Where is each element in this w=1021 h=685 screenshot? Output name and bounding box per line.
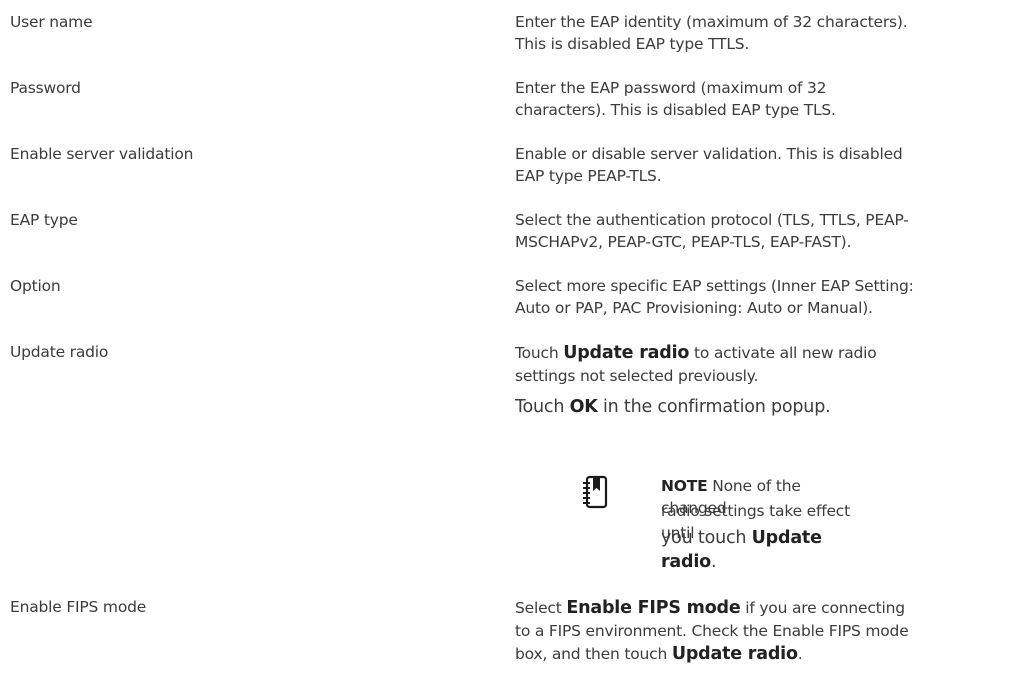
confirm-instruction: Touch OK in the confirmation popup. — [515, 395, 1015, 419]
desc-text: if you are connecting — [740, 599, 905, 617]
desc-line: box, and then touch Update radio. — [515, 642, 1015, 666]
row-label-option: Option — [10, 277, 61, 295]
row-label-server-validation: Enable server validation — [10, 145, 194, 163]
ui-term-enable-fips: Enable FIPS mode — [566, 598, 741, 618]
note-book-icon — [583, 475, 608, 509]
desc-line: Enter the EAP password (maximum of 32 — [515, 79, 827, 97]
desc-text: Touch — [515, 344, 564, 362]
desc-line: MSCHAPv2, PEAP-GTC, PEAP-TLS, EAP-FAST). — [515, 233, 852, 251]
desc-line: Enable or disable server validation. Thi… — [515, 145, 903, 163]
desc-line: characters). This is disabled EAP type T… — [515, 101, 836, 119]
desc-line: EAP type PEAP-TLS. — [515, 167, 662, 185]
note-line-3: you touch Update radio. — [661, 526, 861, 574]
row-desc-password: Enter the EAP password (maximum of 32 ch… — [515, 77, 1015, 121]
desc-line: Select more specific EAP settings (Inner… — [515, 277, 914, 295]
row-desc-option: Select more specific EAP settings (Inner… — [515, 275, 1015, 319]
note-text: you touch — [661, 528, 752, 548]
desc-text: . — [797, 645, 803, 663]
note-title: NOTE — [661, 477, 708, 495]
row-label-password: Password — [10, 79, 81, 97]
desc-text: Select — [515, 599, 567, 617]
row-label-update-radio: Update radio — [10, 343, 109, 361]
row-label-eap-type: EAP type — [10, 211, 78, 229]
desc-text: box, and then touch — [515, 645, 672, 663]
row-label-fips-mode: Enable FIPS mode — [10, 598, 147, 616]
desc-line: This is disabled EAP type TTLS. — [515, 35, 750, 53]
desc-text: to activate all new radio — [689, 344, 877, 362]
row-desc-fips-mode: Select Enable FIPS mode if you are conne… — [515, 596, 1015, 666]
desc-line: Touch Update radio to activate all new r… — [515, 341, 1015, 365]
desc-line: Select Enable FIPS mode if you are conne… — [515, 596, 1015, 620]
row-desc-eap-type: Select the authentication protocol (TLS,… — [515, 209, 1015, 253]
desc-text: in the confirmation popup. — [597, 397, 831, 417]
row-desc-user-name: Enter the EAP identity (maximum of 32 ch… — [515, 11, 1015, 55]
desc-line: settings not selected previously. — [515, 367, 759, 385]
row-desc-update-radio: Touch Update radio to activate all new r… — [515, 341, 1015, 387]
ui-term-ok: OK — [569, 397, 598, 417]
ui-term-update-radio: Update radio — [563, 343, 690, 363]
note-text: . — [711, 552, 717, 572]
desc-line: Select the authentication protocol (TLS,… — [515, 211, 909, 229]
desc-line: Enter the EAP identity (maximum of 32 ch… — [515, 13, 908, 31]
row-label-user-name: User name — [10, 13, 93, 31]
desc-text: Touch — [515, 397, 570, 417]
row-desc-server-validation: Enable or disable server validation. Thi… — [515, 143, 1015, 187]
desc-line: to a FIPS environment. Check the Enable … — [515, 622, 909, 640]
ui-term-update-radio: Update radio — [671, 644, 798, 664]
desc-line: Auto or PAP, PAC Provisioning: Auto or M… — [515, 299, 873, 317]
